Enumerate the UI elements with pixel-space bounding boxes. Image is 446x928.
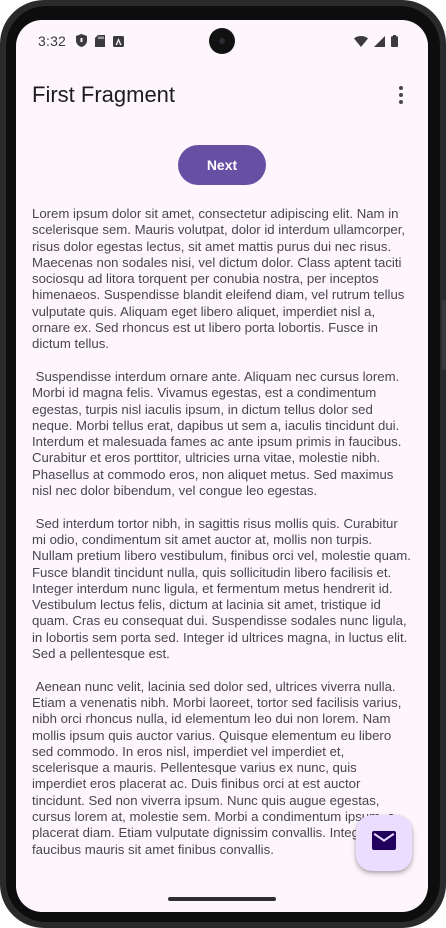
overflow-menu-button[interactable]: [386, 80, 416, 110]
scroll-content[interactable]: Lorem ipsum dolor sit amet, consectetur …: [32, 206, 412, 891]
volume-button: [442, 300, 446, 370]
front-camera: [209, 28, 235, 54]
next-button[interactable]: Next: [178, 145, 266, 185]
more-vert-icon-dot: [399, 93, 403, 97]
email-icon: [372, 831, 396, 855]
device-frame: 3:32 First Fragment Next Lorem ipsum dol…: [0, 0, 446, 928]
text-paragraph: Sed interdum tortor nibh, in sagittis ri…: [32, 515, 411, 662]
status-system-icons: [354, 34, 398, 52]
more-vert-icon: [399, 86, 403, 90]
status-notification-icons: [76, 34, 124, 52]
gesture-nav-handle[interactable]: [168, 897, 276, 901]
screen: 3:32 First Fragment Next Lorem ipsum dol…: [16, 20, 428, 912]
sd-card-icon: [95, 34, 105, 52]
text-paragraph: Suspendisse interdum ornare ante. Aliqua…: [32, 368, 406, 499]
status-bar: 3:32: [16, 20, 428, 64]
more-vert-icon-dot: [399, 100, 403, 104]
top-app-bar: First Fragment: [16, 72, 428, 120]
page-title: First Fragment: [32, 82, 176, 107]
text-paragraph: Aenean nunc velit, lacinia sed dolor sed…: [32, 678, 402, 857]
app-store-icon: [113, 34, 124, 52]
signal-icon: [374, 34, 385, 52]
shield-icon: [76, 34, 87, 52]
wifi-icon: [354, 34, 368, 52]
battery-icon: [391, 34, 398, 52]
text-paragraph: Lorem ipsum dolor sit amet, consectetur …: [32, 206, 409, 352]
email-fab[interactable]: [356, 815, 412, 871]
status-time: 3:32: [38, 33, 67, 49]
